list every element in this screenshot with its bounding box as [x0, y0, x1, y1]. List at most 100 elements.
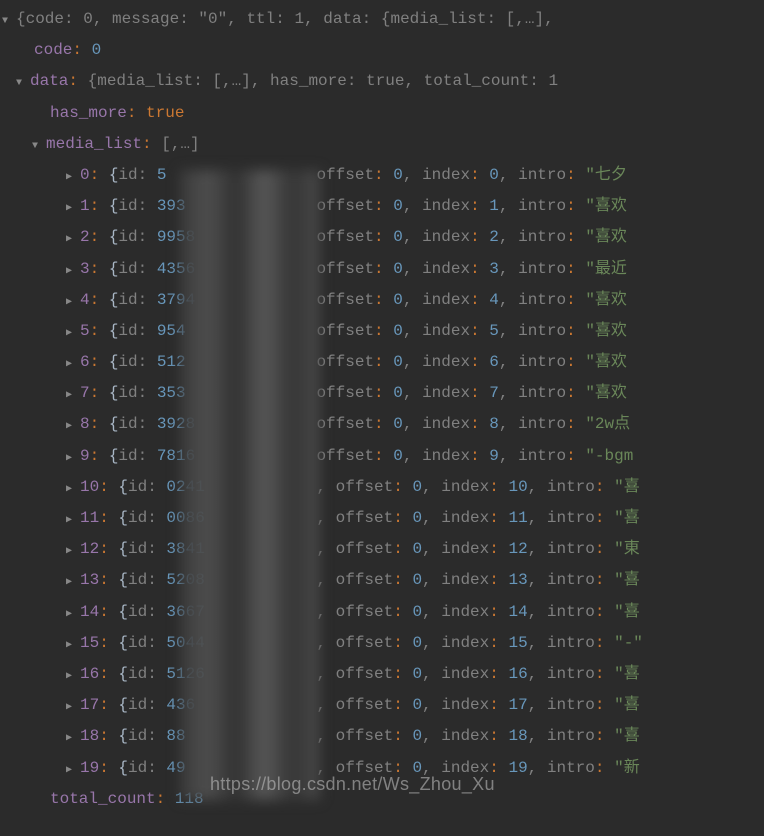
caret-right-icon[interactable]	[66, 285, 80, 316]
list-item[interactable]: 11: {id: 0086, offset: 0, index: 11, int…	[2, 503, 762, 534]
list-item[interactable]: 6: {id: 512 offset: 0, index: 6, intro: …	[2, 347, 762, 378]
offset-label: offset	[316, 166, 374, 184]
intro-value: "-bgm	[585, 447, 633, 465]
caret-right-icon[interactable]	[66, 191, 80, 222]
separator: ,	[316, 727, 335, 745]
caret-right-icon[interactable]	[66, 254, 80, 285]
caret-right-icon[interactable]	[66, 534, 80, 565]
list-item[interactable]: 17: {id: 436, offset: 0, index: 17, intr…	[2, 690, 762, 721]
tree-row-medialist[interactable]: media_list: [,…]	[2, 129, 762, 160]
list-item[interactable]: 10: {id: 0241, offset: 0, index: 10, int…	[2, 472, 762, 503]
colon: :	[566, 228, 585, 246]
list-item[interactable]: 15: {id: 5044, offset: 0, index: 15, int…	[2, 628, 762, 659]
list-item[interactable]: 4: {id: 3794 offset: 0, index: 4, intro:…	[2, 285, 762, 316]
separator: ,	[528, 634, 547, 652]
list-item[interactable]: 0: {id: 5 offset: 0, index: 0, intro: "七…	[2, 160, 762, 191]
colon: :	[489, 509, 508, 527]
separator: ,	[403, 384, 422, 402]
list-item[interactable]: 3: {id: 4356 offset: 0, index: 3, intro:…	[2, 254, 762, 285]
colon: :	[595, 540, 614, 558]
caret-right-icon[interactable]	[66, 659, 80, 690]
colon: :	[566, 166, 585, 184]
intro-value: "喜	[614, 727, 640, 745]
list-item[interactable]: 5: {id: 954 offset: 0, index: 5, intro: …	[2, 316, 762, 347]
index-label: index	[422, 166, 470, 184]
list-item[interactable]: 16: {id: 5126, offset: 0, index: 16, int…	[2, 659, 762, 690]
list-item[interactable]: 13: {id: 5208, offset: 0, index: 13, int…	[2, 565, 762, 596]
caret-right-icon[interactable]	[66, 378, 80, 409]
list-item[interactable]: 2: {id: 9958 offset: 0, index: 2, intro:…	[2, 222, 762, 253]
caret-right-icon[interactable]	[66, 628, 80, 659]
caret-right-icon[interactable]	[66, 222, 80, 253]
intro-label: intro	[547, 603, 595, 621]
colon: :	[393, 540, 412, 558]
index-label: index	[441, 696, 489, 714]
offset-label: offset	[316, 447, 374, 465]
colon: :	[489, 634, 508, 652]
colon: :	[489, 696, 508, 714]
caret-right-icon[interactable]	[66, 597, 80, 628]
id-label: id:	[118, 415, 156, 433]
id-value: 954	[157, 316, 307, 347]
caret-right-icon[interactable]	[66, 503, 80, 534]
colon: :	[90, 415, 109, 433]
id-value: 3928	[157, 409, 307, 440]
offset-value: 0	[393, 260, 403, 278]
list-item[interactable]: 12: {id: 3841, offset: 0, index: 12, int…	[2, 534, 762, 565]
caret-right-icon[interactable]	[66, 565, 80, 596]
caret-right-icon[interactable]	[66, 472, 80, 503]
offset-label: offset	[316, 260, 374, 278]
caret-right-icon[interactable]	[66, 721, 80, 752]
caret-right-icon[interactable]	[66, 316, 80, 347]
caret-right-icon[interactable]	[66, 160, 80, 191]
intro-value: "喜欢	[585, 353, 627, 371]
tree-row-hasmore[interactable]: has_more: true	[2, 98, 762, 129]
caret-right-icon[interactable]	[66, 347, 80, 378]
open-brace: {	[109, 166, 119, 184]
index-value: 8	[489, 415, 499, 433]
separator: ,	[403, 353, 422, 371]
caret-right-icon[interactable]	[66, 409, 80, 440]
intro-value: "七夕	[585, 166, 627, 184]
colon: :	[393, 509, 412, 527]
colon: :	[99, 571, 118, 589]
caret-right-icon[interactable]	[66, 753, 80, 784]
colon: :	[393, 571, 412, 589]
id-label: id:	[118, 353, 156, 371]
id-value: 5208	[166, 565, 316, 596]
intro-label: intro	[518, 415, 566, 433]
list-item[interactable]: 18: {id: 88, offset: 0, index: 18, intro…	[2, 721, 762, 752]
id-label: id:	[118, 166, 156, 184]
tree-row-code[interactable]: code: 0	[2, 35, 762, 66]
tree-row-data[interactable]: data: {media_list: [,…], has_more: true,…	[2, 66, 762, 97]
list-item[interactable]: 19: {id: 49, offset: 0, index: 19, intro…	[2, 753, 762, 784]
separator: ,	[422, 478, 441, 496]
key-totalcount: total_count	[50, 790, 156, 808]
separator: ,	[499, 353, 518, 371]
separator: ,	[528, 759, 547, 777]
id-value: 5	[157, 160, 307, 191]
id-label: id:	[128, 603, 166, 621]
id-value: 49	[166, 753, 316, 784]
list-item[interactable]: 14: {id: 3667, offset: 0, index: 14, int…	[2, 597, 762, 628]
separator: ,	[422, 540, 441, 558]
list-item[interactable]: 8: {id: 3928 offset: 0, index: 8, intro:…	[2, 409, 762, 440]
item-index-key: 17	[80, 696, 99, 714]
caret-right-icon[interactable]	[66, 690, 80, 721]
list-item[interactable]: 7: {id: 353 offset: 0, index: 7, intro: …	[2, 378, 762, 409]
tree-row-totalcount[interactable]: total_count: 118	[2, 784, 762, 815]
list-item[interactable]: 1: {id: 393 offset: 0, index: 1, intro: …	[2, 191, 762, 222]
caret-down-icon[interactable]	[16, 66, 30, 97]
colon: :	[595, 478, 614, 496]
caret-right-icon[interactable]	[66, 441, 80, 472]
index-value: 6	[489, 353, 499, 371]
separator: ,	[422, 571, 441, 589]
caret-down-icon[interactable]	[2, 4, 16, 35]
colon: :	[99, 478, 118, 496]
list-item[interactable]: 9: {id: 7816 offset: 0, index: 9, intro:…	[2, 441, 762, 472]
separator: ,	[316, 696, 335, 714]
open-brace: {	[109, 353, 119, 371]
tree-row-root[interactable]: {code: 0, message: "0", ttl: 1, data: {m…	[2, 4, 762, 35]
caret-down-icon[interactable]	[32, 129, 46, 160]
id-value: 4356	[157, 254, 307, 285]
